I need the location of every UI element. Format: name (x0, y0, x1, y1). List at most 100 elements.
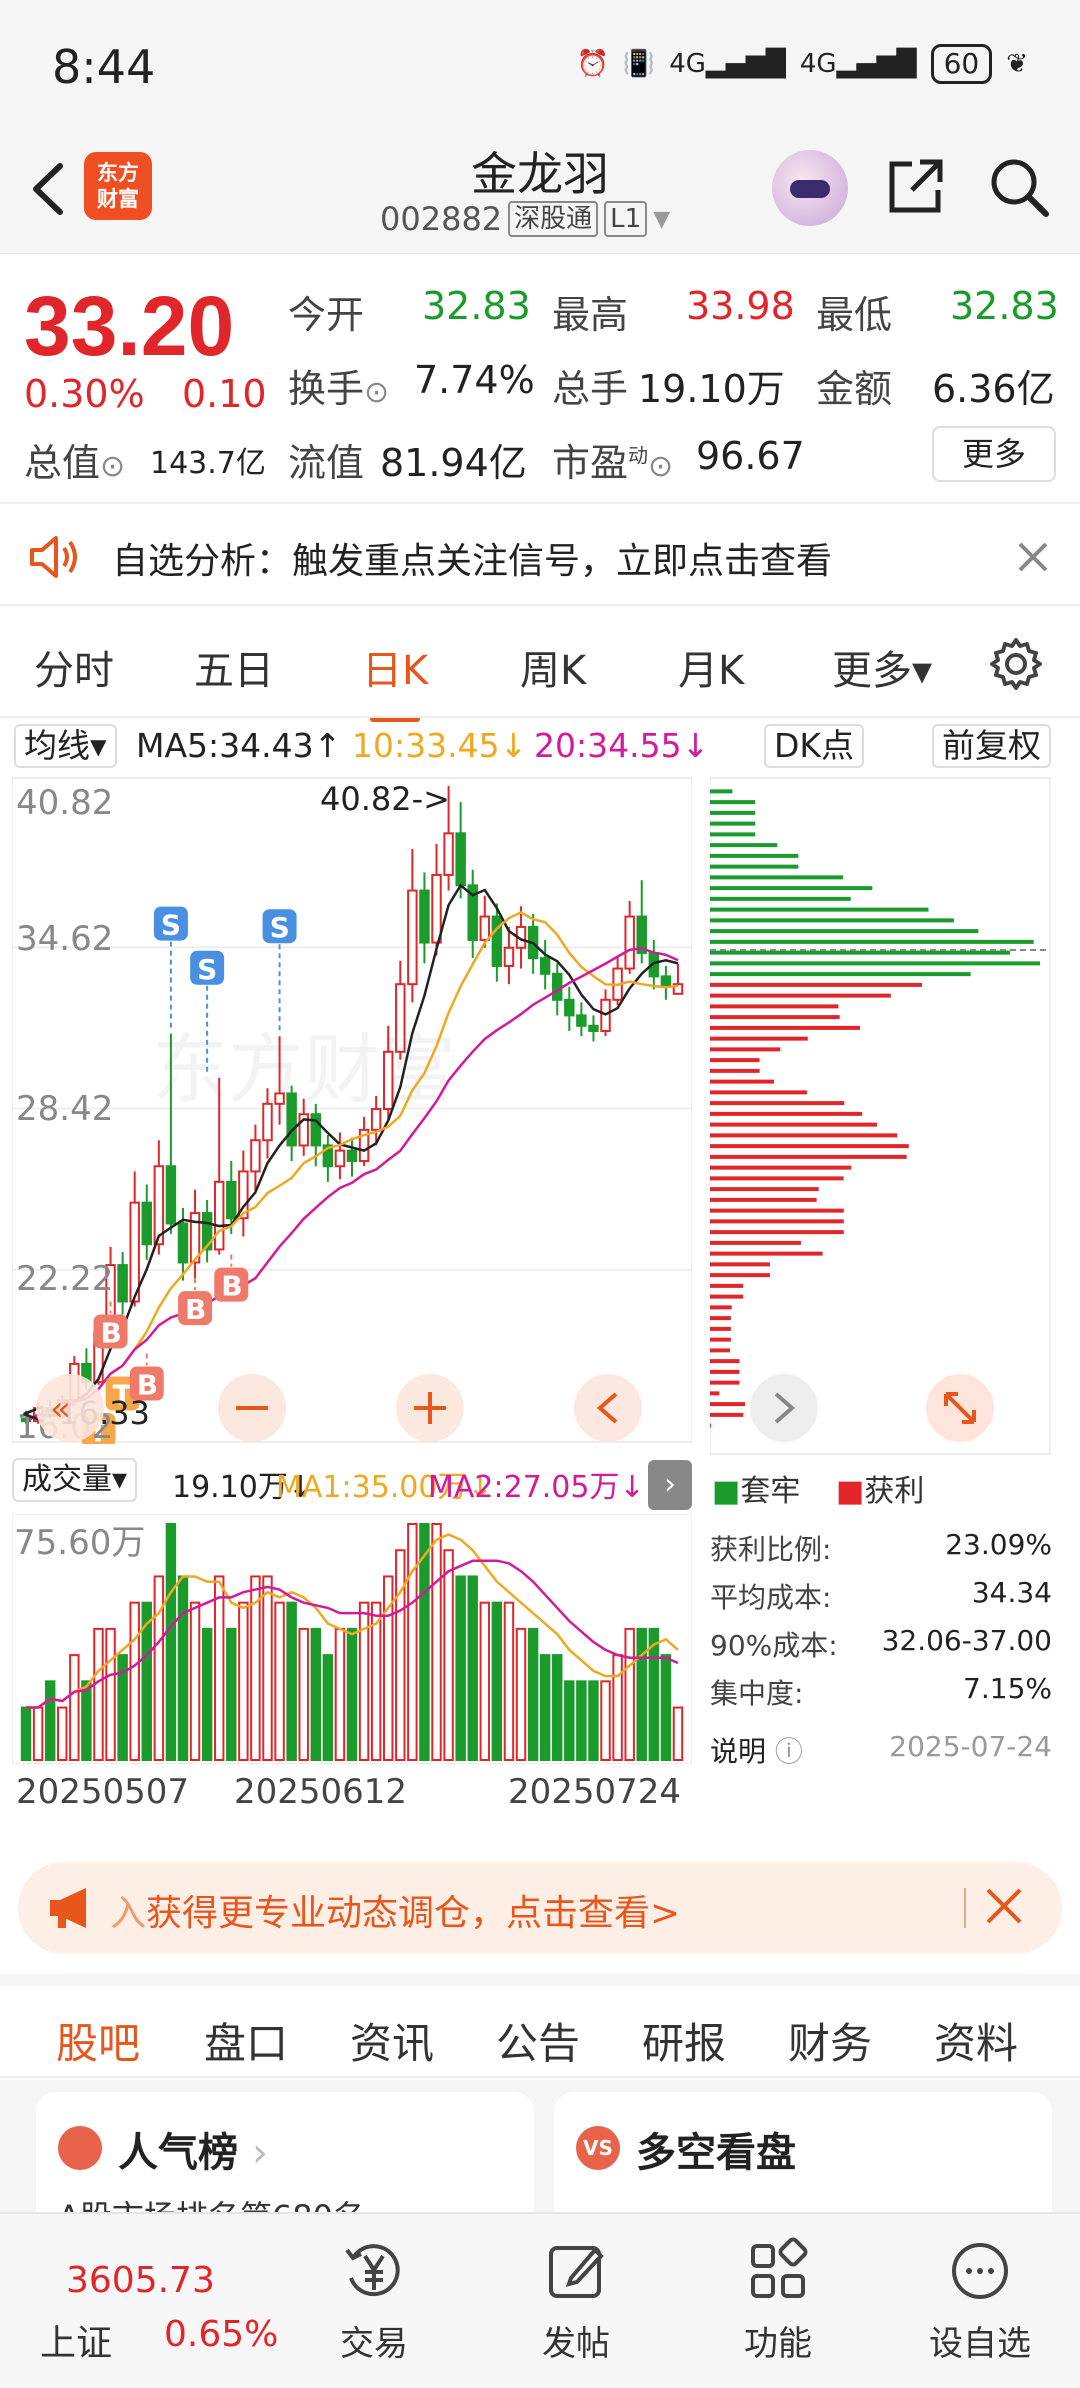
chip-bar (710, 1036, 808, 1041)
info-icon[interactable]: 说明 ⓘ (710, 1730, 803, 1770)
banner-text: 入获得更专业动态调仓，点击查看> (110, 1893, 681, 1934)
speaker-icon (30, 536, 77, 578)
close-icon[interactable] (1016, 540, 1050, 574)
volume-bar (262, 1575, 273, 1761)
popularity-title: 人气榜 › (118, 2130, 268, 2176)
ma20-value: 20:34.55↓ (534, 726, 710, 765)
status-icons: ⏰ 📳 4G▂▄▆█ 4G▂▄▆█ 60 ❦ (576, 44, 1028, 84)
tab-daily-k[interactable]: 日K (362, 638, 428, 722)
candle (250, 1139, 261, 1173)
nav-trade[interactable]: 交易 (304, 2236, 444, 2365)
level-tag: L1 (604, 201, 648, 237)
adjust-select[interactable]: 前复权 (932, 724, 1051, 768)
tab-profile[interactable]: 资料 (934, 2010, 1018, 2071)
expand-volume-icon[interactable]: › (648, 1460, 692, 1510)
volume-bar (32, 1706, 44, 1761)
profit-ratio-row: 获利比例: 23.09% (710, 1528, 1052, 1566)
more-button[interactable]: 更多 (932, 426, 1056, 482)
dk-point-button[interactable]: DK点 (764, 724, 865, 768)
pe-value: 96.67 (696, 434, 805, 478)
candle (491, 915, 503, 967)
tab-pankou[interactable]: 盘口 (204, 2010, 288, 2071)
kline-chart[interactable]: 东方财富 BSSSBBTTB 40.82 34.62 28.42 22.22 1… (12, 776, 692, 1444)
chip-bar (710, 1165, 852, 1170)
candle (660, 975, 672, 988)
volume-bar (213, 1575, 225, 1761)
ai-assistant-icon[interactable] (772, 150, 848, 226)
volume-bar (322, 1654, 334, 1761)
y-tick-2: 34.62 (16, 919, 113, 959)
pe-label: 市盈动⊙ (552, 441, 674, 485)
notice-text: 自选分析：触发重点关注信号，立即点击查看 (112, 541, 833, 582)
chip-bar (710, 821, 756, 826)
chip-bar (710, 1176, 844, 1181)
volume-bar (69, 1654, 80, 1761)
close-icon[interactable] (984, 1886, 1024, 1926)
status-bar: 8:44 ⏰ 📳 4G▂▄▆█ 4G▂▄▆█ 60 ❦ (0, 0, 1080, 130)
tab-news[interactable]: 资讯 (350, 2010, 434, 2071)
gear-icon[interactable] (988, 636, 1044, 692)
candle (165, 1165, 177, 1225)
tab-5day[interactable]: 五日 (194, 638, 274, 696)
candle (129, 1201, 140, 1303)
avg-cost-row: 平均成本: 34.34 (710, 1576, 1052, 1614)
candle (455, 832, 466, 887)
indicator-select[interactable]: 均线▾ (14, 724, 117, 768)
candle (576, 1014, 587, 1027)
chip-bar (710, 1251, 823, 1256)
tab-announcements[interactable]: 公告 (496, 2010, 580, 2071)
volume-bar (552, 1654, 563, 1761)
nav-functions[interactable]: 功能 (708, 2236, 848, 2365)
y-tick-1: 40.82 (16, 783, 113, 823)
chip-bar (710, 875, 844, 880)
chip-bar (710, 1101, 845, 1106)
candle (334, 1149, 346, 1168)
tab-research[interactable]: 研报 (642, 2010, 726, 2071)
volume-bar (624, 1627, 635, 1761)
candle (213, 1180, 225, 1251)
chip-bar (710, 1337, 731, 1342)
chip-bar (710, 843, 778, 848)
chip-bar (710, 810, 756, 815)
bottom-nav: 3605.73 上证 0.65% 交易 发帖 功能 设自选 (0, 2212, 1080, 2388)
tab-guba[interactable]: 股吧 (56, 2010, 140, 2097)
tab-weekly-k[interactable]: 周K (520, 638, 586, 696)
candle (117, 1264, 128, 1303)
nav-post[interactable]: 发帖 (506, 2236, 646, 2365)
popularity-card[interactable]: 人气榜 › A股市场排名第680名 (36, 2092, 534, 2232)
chip-note-row: 说明 ⓘ 2025-07-24 (710, 1730, 1052, 1770)
volume-select[interactable]: 成交量▾ (12, 1458, 138, 1502)
grid-icon (751, 2237, 808, 2298)
share-icon[interactable] (882, 154, 948, 220)
ma10-value: 10:33.45↓ (352, 726, 528, 765)
promo-banner[interactable]: 入获得更专业动态调仓，点击查看> (18, 1862, 1062, 1954)
volume-bar (515, 1627, 527, 1761)
stock-code-row[interactable]: 002882 深股通 L1 ▼ (380, 200, 670, 238)
chevron-right-icon[interactable] (750, 1374, 818, 1442)
tab-finance[interactable]: 财务 (788, 2010, 872, 2071)
y-tick-3: 28.42 (16, 1089, 113, 1129)
megaphone-icon (50, 1888, 86, 1928)
search-icon[interactable] (986, 154, 1052, 220)
tab-monthly-k[interactable]: 月K (678, 638, 744, 696)
volume-legend: 成交量▾ 19.10万↓ MA1:35.00万↓ MA2:27.05万↓ › ■… (0, 1452, 1080, 1512)
bull-bear-card[interactable]: VS 多空看盘 (554, 2092, 1052, 2232)
chip-distribution-chart[interactable] (710, 776, 1052, 1456)
scroll-left-icon[interactable] (574, 1374, 642, 1442)
nav-add-watchlist[interactable]: 设自选 (910, 2236, 1050, 2365)
tab-intraday[interactable]: 分时 (34, 638, 114, 696)
chip-bar (710, 1090, 808, 1095)
candle (443, 832, 454, 876)
period-tabs: 分时 五日 日K 周K 月K 更多▾ (0, 608, 1080, 722)
chip-bar (710, 1262, 770, 1267)
concentration-row: 集中度: 7.15% (710, 1672, 1052, 1710)
high-label: 最高 (552, 293, 629, 337)
volume-chart[interactable]: 75.60万 (12, 1514, 692, 1764)
analysis-notice[interactable]: 自选分析：触发重点关注信号，立即点击查看 (0, 506, 1080, 606)
candle (588, 1024, 599, 1032)
y-tick-4: 22.22 (16, 1259, 113, 1299)
candle (310, 1113, 322, 1147)
connect-tag: 深股通 (508, 201, 599, 237)
tab-more[interactable]: 更多▾ (832, 638, 932, 696)
candle (346, 1149, 358, 1163)
